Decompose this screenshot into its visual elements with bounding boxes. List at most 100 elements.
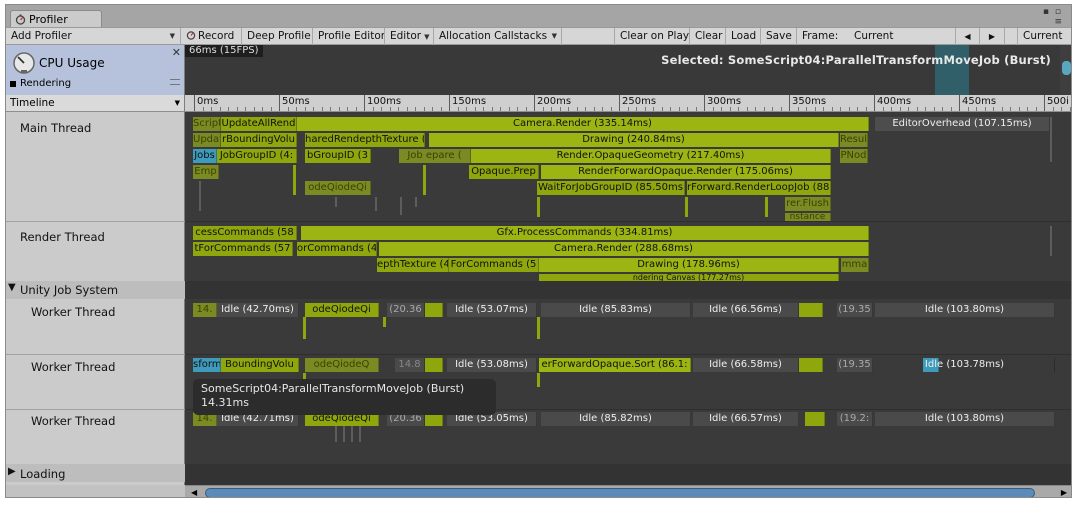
sample-block[interactable]: 14. bbox=[193, 303, 217, 317]
scroll-right-icon[interactable]: ▶ bbox=[1061, 488, 1067, 497]
clear-on-play-button[interactable]: Clear on Play bbox=[614, 28, 690, 45]
sample-block[interactable]: odeQiodeQi bbox=[305, 303, 379, 317]
selected-sample-block[interactable]: sformr bbox=[193, 358, 221, 372]
sample-block[interactable]: odeQiodeQ bbox=[305, 358, 379, 372]
sample-block[interactable]: rer.Flush bbox=[785, 197, 831, 211]
chart-scrollbar[interactable] bbox=[1060, 45, 1071, 95]
view-mode-dropdown[interactable]: Timeline ▼ bbox=[6, 95, 185, 112]
sample-block[interactable]: Emp bbox=[193, 165, 219, 179]
sample-block[interactable]: rForward.RenderLoopJob (88.! bbox=[687, 181, 831, 195]
expand-arrow-icon[interactable]: ▼ bbox=[8, 282, 16, 293]
sample-block[interactable]: (19.35 bbox=[837, 358, 873, 372]
frame-field[interactable]: Current bbox=[849, 28, 956, 45]
sample-block[interactable]: Idle (103.80ms) bbox=[875, 412, 1055, 426]
legend-item-rendering[interactable]: Rendering bbox=[10, 78, 71, 89]
track-label-worker-thread: Worker Thread bbox=[31, 360, 116, 374]
sample-block[interactable]: Idle (66.56ms) bbox=[693, 303, 799, 317]
sample-sliver bbox=[537, 197, 540, 217]
sample-block[interactable]: rBoundingVolu bbox=[221, 133, 297, 147]
sample-block[interactable]: PNod bbox=[840, 149, 868, 163]
sample-block[interactable]: BoundingVolu bbox=[221, 358, 299, 372]
sample-block[interactable]: Idle (53.08ms) bbox=[447, 358, 537, 372]
profile-editor-label: Profile Editor bbox=[318, 30, 385, 42]
sample-block[interactable]: bGroupID (3 bbox=[305, 149, 371, 163]
sample-block[interactable]: Idle (66.58ms) bbox=[693, 358, 799, 372]
chart-scrollbar-thumb[interactable] bbox=[1062, 61, 1071, 75]
load-button[interactable]: Load bbox=[726, 28, 761, 45]
sample-block[interactable] bbox=[805, 412, 825, 426]
sample-block[interactable]: JobGroupID (4: bbox=[217, 149, 297, 163]
time-ruler[interactable]: 0ms 50ms 100ms 150ms 200ms 250ms 300ms 350ms 400… bbox=[185, 95, 1071, 112]
menu-lines-icon[interactable]: ≡ bbox=[1054, 17, 1062, 27]
drag-handle-icon[interactable] bbox=[170, 79, 180, 85]
sample-block[interactable]: epthTexture (4 bbox=[377, 258, 449, 272]
sample-block[interactable]: (19.35 bbox=[837, 303, 873, 317]
next-frame-icon[interactable]: ▶ bbox=[980, 28, 1005, 45]
add-profiler-dropdown[interactable]: Add Profiler ▼ bbox=[6, 28, 181, 45]
sample-block[interactable]: UpdateRend bbox=[193, 133, 221, 147]
sample-block[interactable]: ForCommands (5 bbox=[449, 258, 539, 272]
sample-block[interactable]: cessCommands (58 bbox=[193, 226, 297, 240]
sample-block[interactable]: orCommands (4 bbox=[297, 242, 377, 256]
timeline-tracks[interactable]: ScriptRunB UpdateAllRend Camera.Render (… bbox=[185, 112, 1071, 485]
sample-block[interactable]: 14.8 bbox=[395, 358, 425, 372]
sample-block[interactable]: Jobs bbox=[193, 149, 217, 163]
sample-block[interactable]: Result bbox=[840, 133, 868, 147]
sample-block[interactable]: (19.2: bbox=[837, 412, 873, 426]
sample-block[interactable]: (20.36 bbox=[387, 303, 425, 317]
deep-profile-button[interactable]: Deep Profile bbox=[242, 28, 313, 45]
sample-block[interactable]: Camera.Render (335.14ms) bbox=[297, 117, 869, 131]
sample-block[interactable]: Job epare ( bbox=[399, 149, 471, 163]
sample-block[interactable]: nstance bbox=[785, 213, 831, 221]
sample-block[interactable]: Idle (66.57ms) bbox=[693, 412, 799, 426]
cpu-usage-module[interactable]: CPU Usage ✕ Rendering bbox=[6, 45, 185, 95]
sample-block[interactable]: Drawing (240.84ms) bbox=[429, 133, 839, 147]
editor-dropdown[interactable]: Editor ▼ bbox=[385, 28, 434, 45]
profile-editor-button[interactable]: Profile Editor bbox=[313, 28, 385, 45]
tab-profiler[interactable]: Profiler bbox=[10, 10, 102, 27]
allocation-callstacks-dropdown[interactable]: Allocation Callstacks ▼ bbox=[434, 28, 562, 45]
sample-block[interactable] bbox=[799, 303, 823, 317]
sample-block[interactable]: Idle (85.82ms) bbox=[541, 412, 691, 426]
sample-block[interactable]: UpdateAllRend bbox=[221, 117, 297, 131]
ruler-minor-tick bbox=[287, 107, 289, 111]
horizontal-scrollbar-thumb[interactable] bbox=[205, 488, 1035, 497]
sample-block[interactable]: odeQiodeQi bbox=[305, 181, 371, 195]
sample-block[interactable]: Gfx.ProcessCommands (334.81ms) bbox=[301, 226, 869, 240]
close-icon[interactable]: ✕ bbox=[172, 46, 181, 59]
sample-block[interactable]: Drawing (178.96ms) bbox=[539, 258, 839, 272]
sample-block[interactable]: Idle (53.07ms) bbox=[447, 303, 537, 317]
sample-block[interactable]: Idle (103.80ms) bbox=[875, 303, 1055, 317]
sample-block[interactable]: WaitForJobGroupID (85.50ms bbox=[537, 181, 685, 195]
sample-block[interactable]: Idle (85.83ms) bbox=[541, 303, 691, 317]
sample-block[interactable]: Idle (42.70ms) bbox=[217, 303, 299, 317]
sample-block[interactable] bbox=[425, 303, 443, 317]
sample-block[interactable] bbox=[799, 358, 823, 372]
sample-block[interactable]: RenderForwardOpaque.Render (175.06ms) bbox=[541, 165, 831, 179]
sample-block[interactable]: ndering Canvas (177.27ms) bbox=[539, 274, 839, 281]
kebab-menu-icon[interactable]: ▪ bbox=[1043, 7, 1049, 17]
sample-block[interactable]: Camera.Render (288.68ms) bbox=[379, 242, 869, 256]
sample-block[interactable]: ScriptRunB bbox=[193, 117, 221, 131]
sample-block[interactable]: haredRendepthTexture ( bbox=[305, 133, 425, 147]
sample-block[interactable]: mma bbox=[841, 258, 869, 272]
save-button[interactable]: Save bbox=[761, 28, 797, 45]
ruler-minor-tick bbox=[840, 107, 841, 111]
sample-block[interactable] bbox=[425, 358, 443, 372]
clear-button[interactable]: Clear bbox=[690, 28, 726, 45]
sample-block[interactable]: Idle (103.78ms) bbox=[875, 358, 1055, 372]
scroll-left-icon[interactable]: ◀ bbox=[191, 488, 197, 497]
previous-frame-icon[interactable]: ◀ bbox=[956, 28, 980, 45]
sample-block[interactable]: Opaque.Prep bbox=[469, 165, 539, 179]
window-close-icon[interactable]: ▫ bbox=[1055, 7, 1061, 17]
sample-block[interactable]: EditorOverhead (107.15ms) bbox=[875, 117, 1050, 131]
record-button[interactable]: Record bbox=[181, 28, 242, 45]
ruler-minor-tick bbox=[984, 107, 986, 111]
cpu-usage-chart[interactable]: 66ms (15FPS) Selected: SomeScript04:Para… bbox=[185, 45, 1071, 95]
sample-block[interactable]: Render.OpaqueGeometry (217.40ms) bbox=[471, 149, 831, 163]
sample-block[interactable]: tForCommands (57 bbox=[193, 242, 293, 256]
horizontal-scrollbar[interactable]: ◀ ▶ bbox=[185, 485, 1071, 497]
collapse-arrow-icon[interactable]: ▶ bbox=[8, 466, 16, 477]
current-frame-button[interactable]: Current bbox=[1017, 28, 1071, 45]
sample-block[interactable]: erForwardOpaque.Sort (86.1: bbox=[539, 358, 691, 372]
